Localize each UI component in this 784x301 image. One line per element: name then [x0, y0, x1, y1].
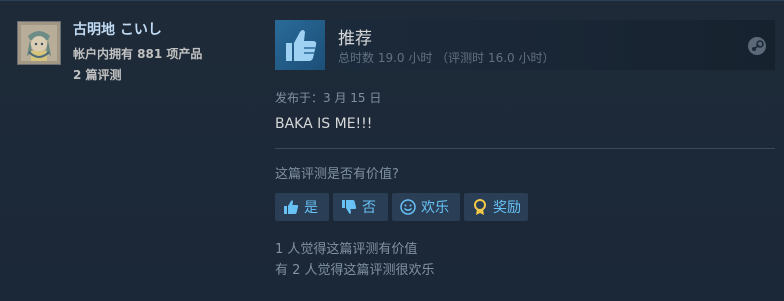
vote-no-label: 否	[362, 200, 376, 216]
review-text: BAKA IS ME!!!	[275, 116, 373, 132]
helpful-question: 这篇评测是否有价值?	[275, 167, 399, 182]
vote-funny-label: 欢乐	[421, 200, 449, 216]
review-card: 古明地 こいし 帐户内拥有 881 项产品 2 篇评测 推荐 总时数 19.0 …	[0, 0, 784, 301]
award-button[interactable]: 奖励	[464, 193, 528, 221]
vote-buttons: 是 否 欢乐 奖励	[275, 193, 528, 221]
thumbs-up-icon	[275, 20, 325, 70]
helpful-count: 1 人觉得这篇评测有价值	[275, 242, 418, 257]
posted-date: 发布于：3 月 15 日	[275, 91, 382, 105]
vote-yes-button[interactable]: 是	[275, 193, 329, 221]
vote-funny-button[interactable]: 欢乐	[392, 193, 460, 221]
avatar[interactable]	[17, 21, 61, 65]
divider	[275, 148, 775, 149]
playtime-hours: 总时数 19.0 小时 （评测时 16.0 小时）	[338, 51, 555, 65]
thumbs-up-icon	[281, 198, 301, 216]
vote-no-button[interactable]: 否	[333, 193, 388, 221]
author-products[interactable]: 帐户内拥有 881 项产品	[73, 45, 202, 62]
author-name[interactable]: 古明地 こいし	[73, 19, 162, 39]
steam-logo-icon	[748, 37, 766, 55]
funny-count: 有 2 人觉得这篇评测很欢乐	[275, 263, 435, 278]
avatar-image	[18, 22, 60, 64]
award-medal-icon	[470, 198, 490, 216]
award-label: 奖励	[493, 200, 521, 216]
thumbs-down-icon	[339, 198, 359, 216]
author-reviews[interactable]: 2 篇评测	[73, 66, 122, 83]
verdict-title: 推荐	[338, 29, 372, 49]
smiley-icon	[398, 198, 418, 216]
vote-yes-label: 是	[304, 200, 318, 216]
verdict-header[interactable]: 推荐 总时数 19.0 小时 （评测时 16.0 小时）	[275, 20, 775, 70]
